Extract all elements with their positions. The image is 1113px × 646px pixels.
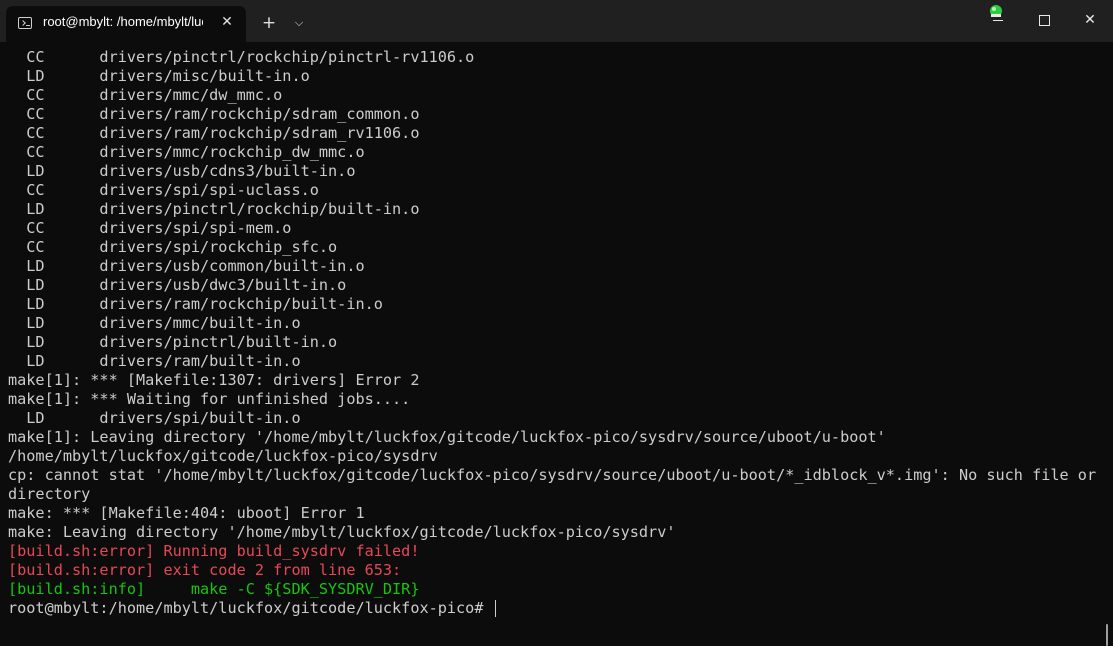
- terminal-line: CC drivers/spi/rockchip_sfc.o: [8, 238, 338, 256]
- close-button[interactable]: ✕: [1067, 0, 1113, 40]
- terminal-line: CC drivers/spi/spi-mem.o: [8, 219, 292, 237]
- terminal-lines: CC drivers/pinctrl/rockchip/pinctrl-rv11…: [8, 48, 1100, 618]
- terminal-line: make: *** [Makefile:404: uboot] Error 1: [8, 504, 365, 522]
- terminal-line: LD drivers/misc/built-in.o: [8, 67, 310, 85]
- tab-close-icon[interactable]: ✕: [216, 11, 238, 33]
- terminal-line: LD drivers/ram/rockchip/built-in.o: [8, 295, 383, 313]
- terminal-icon: [18, 17, 32, 29]
- terminal-line: [build.sh:info] make -C ${SDK_SYSDRV_DIR…: [8, 580, 420, 598]
- terminal-line: CC drivers/ram/rockchip/sdram_common.o: [8, 105, 420, 123]
- terminal-line: LD drivers/spi/built-in.o: [8, 409, 301, 427]
- minimize-button[interactable]: [975, 0, 1021, 40]
- terminal-line: LD drivers/usb/cdns3/built-in.o: [8, 162, 356, 180]
- terminal-line: LD drivers/pinctrl/rockchip/built-in.o: [8, 200, 420, 218]
- minimize-icon: [993, 20, 1003, 21]
- terminal-line: /home/mbylt/luckfox/gitcode/luckfox-pico…: [8, 447, 438, 465]
- shell-prompt: root@mbylt:/home/mbylt/luckfox/gitcode/l…: [8, 599, 493, 617]
- terminal-line: CC drivers/spi/spi-uclass.o: [8, 181, 319, 199]
- terminal-line: directory: [8, 485, 91, 503]
- terminal-line: CC drivers/mmc/dw_mmc.o: [8, 86, 283, 104]
- terminal-line: make: Leaving directory '/home/mbylt/luc…: [8, 523, 676, 541]
- maximize-icon: [1039, 15, 1050, 26]
- terminal-line: CC drivers/pinctrl/rockchip/pinctrl-rv11…: [8, 48, 475, 66]
- terminal-line: make[1]: *** [Makefile:1307: drivers] Er…: [8, 371, 420, 389]
- terminal-line: LD drivers/ram/built-in.o: [8, 352, 301, 370]
- terminal-line: [build.sh:error] Running build_sysdrv fa…: [8, 542, 420, 560]
- new-tab-icon[interactable]: +: [258, 12, 280, 34]
- terminal-line: make[1]: *** Waiting for unfinished jobs…: [8, 390, 411, 408]
- terminal-line: LD drivers/usb/common/built-in.o: [8, 257, 365, 275]
- text-cursor: [494, 600, 496, 617]
- maximize-button[interactable]: [1021, 0, 1067, 40]
- terminal-line: cp: cannot stat '/home/mbylt/luckfox/git…: [8, 466, 1097, 484]
- terminal-output[interactable]: CC drivers/pinctrl/rockchip/pinctrl-rv11…: [0, 42, 1113, 646]
- prompt-line[interactable]: root@mbylt:/home/mbylt/luckfox/gitcode/l…: [8, 599, 1100, 618]
- tab-title: root@mbylt: /home/mbylt/luckfox/gitcode/…: [43, 14, 203, 29]
- scrollbar[interactable]: [1106, 624, 1108, 646]
- terminal-line: make[1]: Leaving directory '/home/mbylt/…: [8, 428, 886, 446]
- terminal-line: LD drivers/pinctrl/built-in.o: [8, 333, 338, 351]
- terminal-line: CC drivers/mmc/rockchip_dw_mmc.o: [8, 143, 365, 161]
- terminal-line: LD drivers/mmc/built-in.o: [8, 314, 301, 332]
- title-bar: root@mbylt: /home/mbylt/luckfox/gitcode/…: [0, 0, 1113, 42]
- terminal-line: [build.sh:error] exit code 2 from line 6…: [8, 561, 402, 579]
- close-icon: ✕: [1084, 12, 1096, 28]
- terminal-line: LD drivers/usb/dwc3/built-in.o: [8, 276, 347, 294]
- terminal-tab[interactable]: root@mbylt: /home/mbylt/luckfox/gitcode/…: [6, 6, 246, 42]
- chevron-down-icon[interactable]: ⌵: [288, 12, 310, 34]
- terminal-line: CC drivers/ram/rockchip/sdram_rv1106.o: [8, 124, 420, 142]
